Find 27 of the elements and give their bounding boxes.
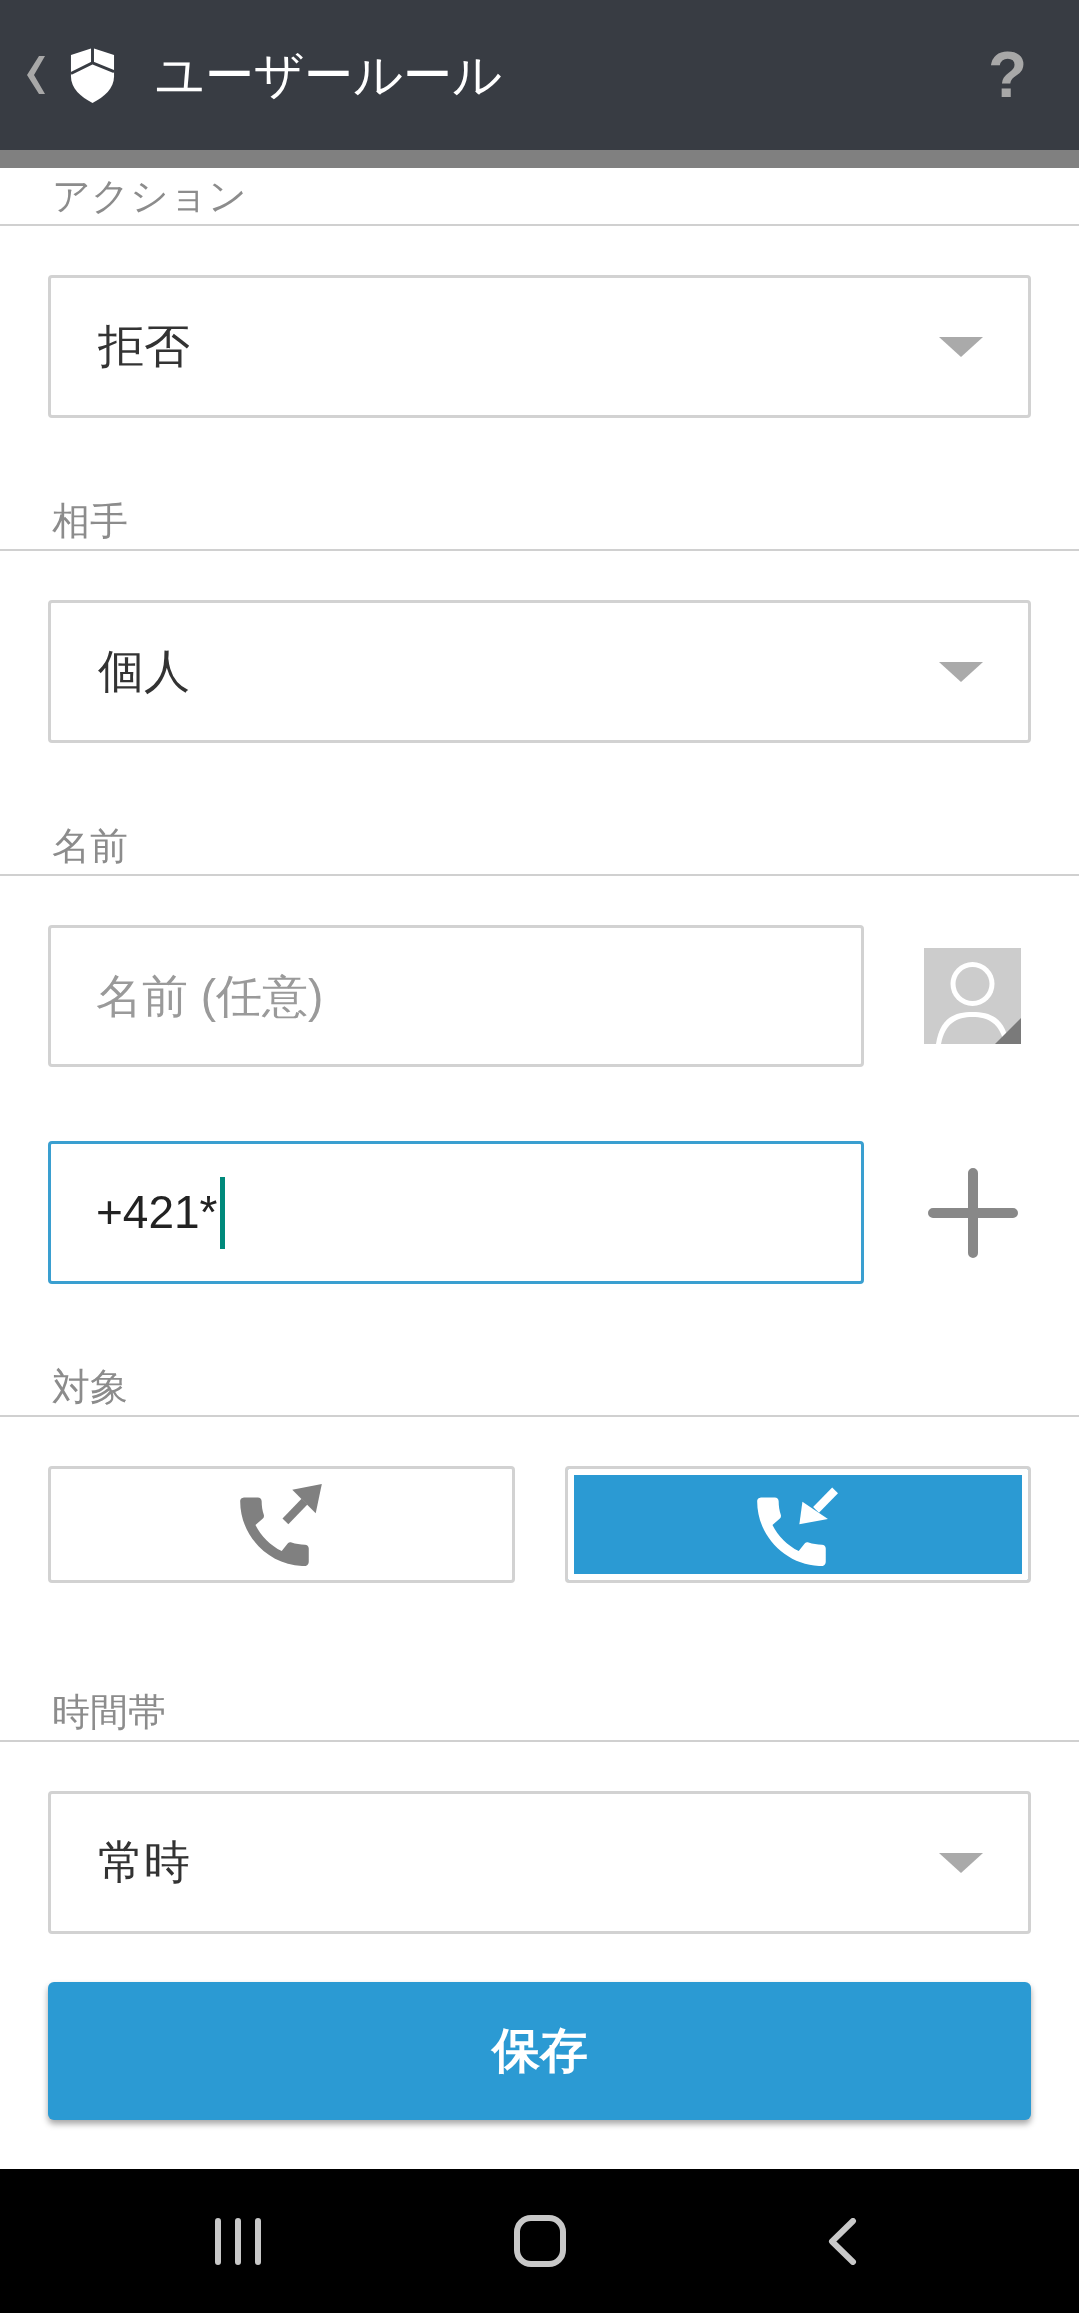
section-label: アクション: [52, 174, 247, 220]
call-direction-toggle[interactable]: [48, 1466, 515, 1583]
section-label: 対象: [52, 1365, 128, 1411]
name-input-field[interactable]: 名前 (任意): [48, 925, 864, 1067]
dropdown[interactable]: 個人: [48, 600, 1031, 743]
dropdown[interactable]: 常時: [48, 1791, 1031, 1934]
section-label: 相手: [52, 499, 128, 545]
outgoing-call-icon: [240, 1483, 323, 1566]
contact-avatar-icon[interactable]: [924, 948, 1021, 1044]
recent-apps-icon[interactable]: [214, 2217, 261, 2265]
dropdown-arrow-icon: [939, 661, 983, 682]
dropdown-value: 拒否: [98, 318, 190, 374]
plus-icon[interactable]: [928, 1167, 1018, 1258]
dropdown-value: 常時: [98, 1834, 190, 1890]
dropdown[interactable]: 拒否: [48, 275, 1031, 418]
dropdown-arrow-icon: [939, 1852, 983, 1873]
section-label: 時間帯: [52, 1690, 166, 1736]
home-icon[interactable]: [513, 2215, 566, 2267]
dropdown-arrow-icon: [939, 336, 983, 357]
phone-number-field[interactable]: +421*: [48, 1141, 864, 1284]
help-button[interactable]: ?: [987, 39, 1027, 111]
back-icon[interactable]: [826, 2217, 857, 2265]
section-label: 名前: [52, 824, 128, 870]
dropdown-value: 個人: [98, 643, 190, 699]
shield-icon: [69, 46, 116, 104]
call-direction-toggle[interactable]: [564, 1466, 1031, 1583]
app-bar-title: ユーザールール: [155, 46, 502, 104]
